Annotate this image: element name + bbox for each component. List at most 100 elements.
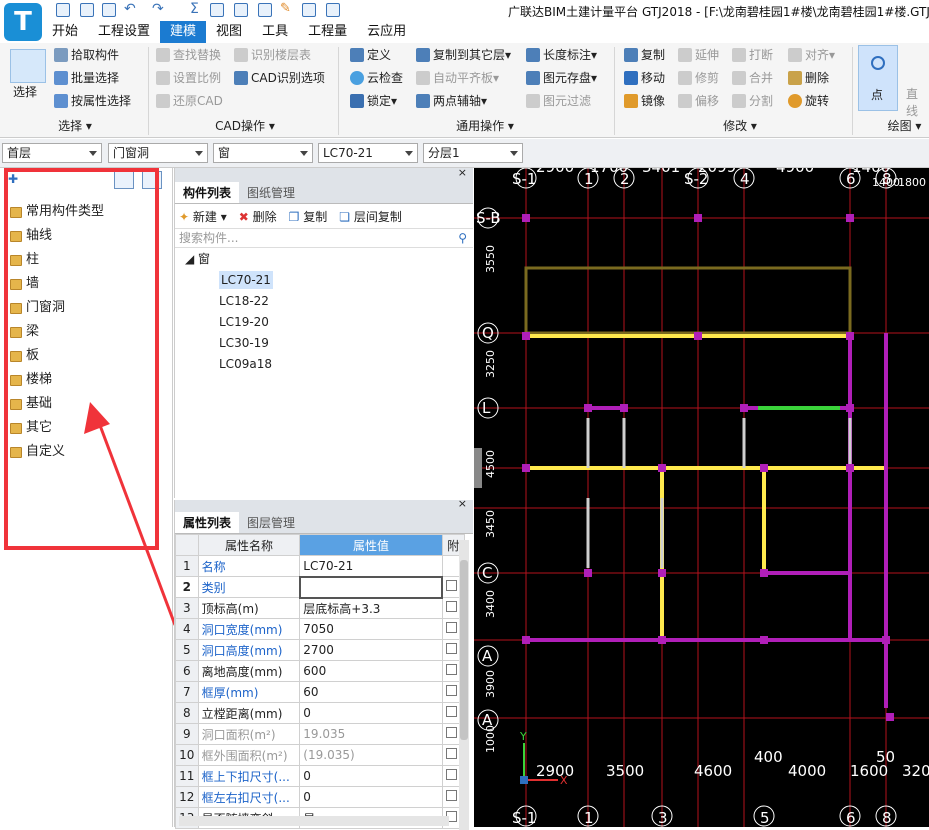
copy-button[interactable]: 复制 [624,45,665,65]
menu-1[interactable]: 工程设置 [88,21,160,43]
split-button[interactable]: 分割 [732,91,773,111]
lock-button[interactable]: 锁定 ▾ [350,91,397,111]
scrollbar[interactable] [459,540,469,830]
draw-group-label[interactable]: 绘图 ▾ [880,117,929,134]
save-icon[interactable] [56,3,70,17]
two-point-axis-button[interactable]: 两点辅轴 ▾ [416,91,487,111]
element-save-button[interactable]: 图元存盘 ▾ [526,68,597,88]
property-value[interactable]: 19.035 [299,723,443,745]
length-dim-button[interactable]: 长度标注 ▾ [526,45,597,65]
property-value[interactable]: 600 [299,660,443,682]
component-item[interactable]: LC18-22 [175,291,473,312]
checkbox[interactable] [445,727,457,738]
define-button[interactable]: 定义 [350,45,391,65]
pencil-icon[interactable]: ✎ [280,1,291,16]
grid-icon[interactable] [258,3,272,17]
component-item[interactable]: LC70-21 [175,270,473,291]
property-value[interactable]: 60 [299,681,443,703]
checkbox[interactable] [445,769,457,780]
offset-button[interactable]: 偏移 [678,91,719,111]
checkbox[interactable] [445,601,457,612]
property-value[interactable]: LC70-21 [299,555,443,577]
table-icon[interactable] [302,3,316,17]
type-select[interactable]: 窗 [213,143,313,163]
image-icon[interactable] [234,3,248,17]
category-select[interactable]: 门窗洞 [108,143,208,163]
align-button[interactable]: 对齐 ▾ [788,45,835,65]
menu-2[interactable]: 建模 [160,21,207,43]
floor-copy-button[interactable]: ❏ 层间复制 [339,208,402,225]
property-value[interactable]: 0 [299,786,443,808]
menu-0[interactable]: 开始 [42,21,88,43]
cad-options-button[interactable]: CAD识别选项 [234,68,325,88]
property-value[interactable]: 7050 [299,618,443,640]
sum-icon[interactable]: Σ [190,1,199,17]
select-by-property-button[interactable]: 按属性选择 [54,91,131,111]
close-icon[interactable]: × [458,166,467,179]
point-draw-button[interactable]: 点 [858,45,898,111]
component-item[interactable]: LC09a18 [175,354,473,375]
drawing-canvas[interactable]: S-1 1 2 S-2 4 6 8 S-B Q L C A A S-1 1 3 … [474,168,929,827]
trim-button[interactable]: 修剪 [678,68,719,88]
common-group-label[interactable]: 通用操作 ▾ [440,117,530,134]
checkbox[interactable] [445,664,457,675]
property-value[interactable] [298,575,444,599]
floor-select[interactable]: 首层 [2,143,102,163]
menu-5[interactable]: 工程量 [298,21,357,43]
delete-button[interactable]: 删除 [788,68,829,88]
scroll-thumb[interactable] [460,560,468,740]
component-group[interactable]: ◢ 窗 [175,248,473,270]
restore-cad-button[interactable]: 还原CAD [156,91,223,111]
set-scale-button[interactable]: 设置比例 [156,68,221,88]
delete-component-button[interactable]: ✖ 删除 [239,208,277,225]
find-replace-button[interactable]: 查找替换 [156,45,221,65]
identify-floor-table-button[interactable]: 识别楼层表 [234,45,311,65]
menu-4[interactable]: 工具 [252,21,298,43]
pick-component-button[interactable]: 拾取构件 [54,45,119,65]
cad-group-label[interactable]: CAD操作 ▾ [200,117,290,134]
element-filter-button[interactable]: 图元过滤 [526,91,591,111]
property-value[interactable]: 0 [299,702,443,724]
line-draw-button[interactable]: 直线 [906,85,929,119]
batch-select-button[interactable]: 批量选择 [54,68,119,88]
rotate-button[interactable]: 旋转 [788,91,829,111]
layer-select[interactable]: 分层1 [423,143,523,163]
tab-1[interactable]: 图纸管理 [239,182,303,203]
tab-0[interactable]: 属性列表 [175,512,240,533]
copy-to-other-floor-button[interactable]: 复制到其它层 ▾ [416,45,511,65]
auto-flush-slab-button[interactable]: 自动平齐板 ▾ [416,68,499,88]
component-search[interactable]: 搜索构件... ⚲ [175,228,473,248]
select-group-label[interactable]: 选择 ▾ [40,117,110,134]
checkbox[interactable] [445,748,457,759]
report-icon[interactable] [210,3,224,17]
checkbox[interactable] [445,643,457,654]
close-icon[interactable]: × [458,497,467,510]
redo-icon[interactable]: ↷ [152,1,164,17]
export-icon[interactable] [326,3,340,17]
app-logo[interactable]: T [4,3,42,41]
open-file-icon[interactable] [102,3,116,17]
checkbox[interactable] [446,580,458,591]
component-item[interactable]: LC30-19 [175,333,473,354]
modify-group-label[interactable]: 修改 ▾ [700,117,780,134]
property-value[interactable]: (19.035) [299,744,443,766]
tab-1[interactable]: 图层管理 [239,512,303,533]
new-file-icon[interactable] [80,3,94,17]
break-button[interactable]: 打断 [732,45,773,65]
move-button[interactable]: 移动 [624,68,665,88]
select-tool-icon[interactable] [10,49,46,83]
select-button[interactable]: 选择 [13,83,37,100]
component-item[interactable]: LC19-20 [175,312,473,333]
search-icon[interactable]: ⚲ [458,229,467,247]
horizontal-scrollbar[interactable] [179,816,449,826]
property-value[interactable]: 层底标高+3.3 [299,597,443,619]
cloud-check-button[interactable]: 云检查 [350,68,403,88]
checkbox[interactable] [445,685,457,696]
checkbox[interactable] [445,706,457,717]
property-value[interactable]: 0 [299,765,443,787]
new-button[interactable]: ✦ 新建 ▾ [179,208,227,225]
splitter-handle[interactable] [474,448,482,488]
merge-button[interactable]: 合并 [732,68,773,88]
tab-0[interactable]: 构件列表 [175,182,240,203]
menu-3[interactable]: 视图 [206,21,252,43]
